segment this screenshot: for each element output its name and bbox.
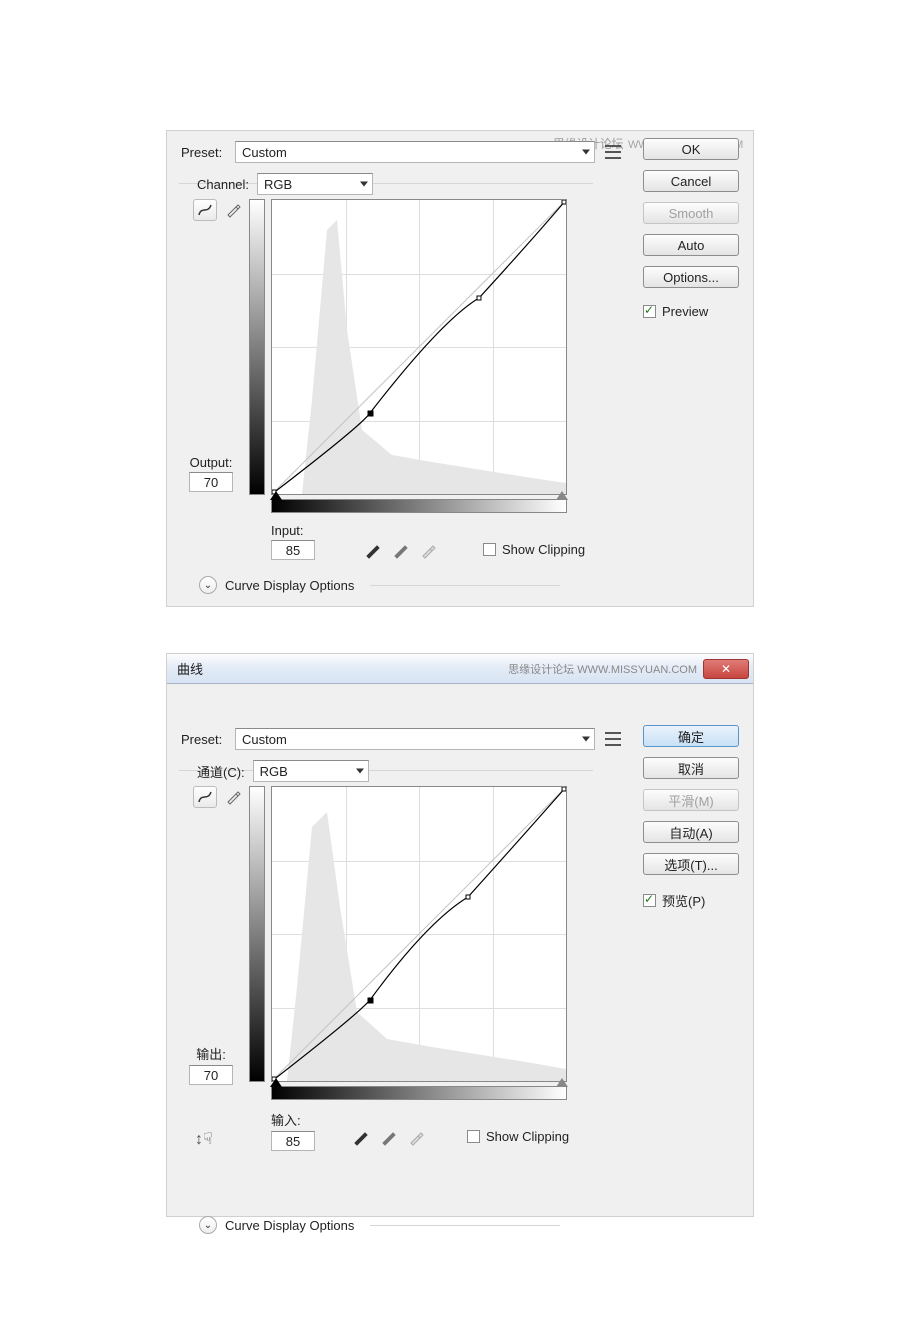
curve-display-options-label: Curve Display Options (225, 1218, 354, 1233)
titlebar: 曲线 思缘设计论坛 WWW.MISSYUAN.COM ✕ (167, 654, 753, 684)
channel-label: 通道(C): (197, 762, 245, 781)
channel-value: RGB (260, 764, 288, 779)
white-point-slider[interactable] (556, 491, 568, 500)
white-eyedropper-icon[interactable] (405, 1128, 427, 1148)
close-button[interactable]: ✕ (703, 659, 749, 679)
chevron-down-icon (356, 769, 364, 774)
curves-dialog-chinese: 曲线 思缘设计论坛 WWW.MISSYUAN.COM ✕ Preset: Cus… (166, 653, 754, 1217)
smooth-button[interactable]: 平滑(M) (643, 789, 739, 811)
divider (370, 585, 560, 586)
gray-eyedropper-icon[interactable] (377, 1128, 399, 1148)
channel-label: Channel: (197, 177, 249, 192)
preset-select[interactable]: Custom (235, 728, 595, 750)
black-point-slider[interactable] (270, 1078, 282, 1087)
curve-graph[interactable] (249, 199, 579, 513)
show-clipping-checkbox[interactable] (467, 1130, 480, 1143)
chevron-down-icon (582, 150, 590, 155)
options-button[interactable]: 选项(T)... (643, 853, 739, 875)
curve-canvas[interactable] (271, 786, 567, 1082)
output-label: 输出: (189, 1044, 233, 1063)
targeted-adjustment-icon[interactable]: ↕☟ (195, 1129, 213, 1149)
curve-canvas[interactable] (271, 199, 567, 495)
expand-button[interactable]: ⌄ (199, 1216, 217, 1234)
dialog-title: 曲线 (177, 659, 203, 678)
output-field[interactable]: 70 (189, 1065, 233, 1085)
curve-tool-icon[interactable] (193, 199, 217, 221)
white-point-slider[interactable] (556, 1078, 568, 1087)
expand-button[interactable]: ⌄ (199, 576, 217, 594)
preset-label: Preset: (181, 732, 235, 747)
black-eyedropper-icon[interactable] (361, 541, 383, 561)
input-field[interactable]: 85 (271, 1131, 315, 1151)
show-clipping-label: Show Clipping (502, 542, 585, 557)
preset-label: Preset: (181, 145, 235, 160)
pencil-tool-icon[interactable] (221, 786, 245, 808)
preview-label: 预览(P) (662, 891, 705, 910)
curve-display-options-label: Curve Display Options (225, 578, 354, 593)
input-gradient[interactable] (271, 499, 567, 513)
show-clipping-label: Show Clipping (486, 1129, 569, 1144)
channel-value: RGB (264, 177, 292, 192)
preset-select[interactable]: Custom (235, 141, 595, 163)
curve-graph[interactable] (249, 786, 579, 1100)
channel-select[interactable]: RGB (257, 173, 373, 195)
preset-menu-icon[interactable] (605, 732, 621, 746)
options-button[interactable]: Options... (643, 266, 739, 288)
auto-button[interactable]: Auto (643, 234, 739, 256)
input-field[interactable]: 85 (271, 540, 315, 560)
preset-value: Custom (242, 732, 287, 747)
watermark: 思缘设计论坛 WWW.MISSYUAN.COM (508, 661, 697, 677)
input-label: 输入: (271, 1110, 315, 1129)
curves-dialog-english: 思缘设计论坛 WWW.MISSYUAN.COM Preset: Custom C… (166, 130, 754, 607)
chevron-down-icon (360, 182, 368, 187)
output-field[interactable]: 70 (189, 472, 233, 492)
chevron-down-icon (582, 737, 590, 742)
ok-button[interactable]: 确定 (643, 725, 739, 747)
black-eyedropper-icon[interactable] (349, 1128, 371, 1148)
preview-label: Preview (662, 304, 708, 319)
output-gradient (249, 199, 265, 495)
preset-value: Custom (242, 145, 287, 160)
output-gradient (249, 786, 265, 1082)
preset-menu-icon[interactable] (605, 145, 621, 159)
black-point-slider[interactable] (270, 491, 282, 500)
pencil-tool-icon[interactable] (221, 199, 245, 221)
show-clipping-checkbox[interactable] (483, 543, 496, 556)
white-eyedropper-icon[interactable] (417, 541, 439, 561)
ok-button[interactable]: OK (643, 138, 739, 160)
cancel-button[interactable]: 取消 (643, 757, 739, 779)
divider (370, 1225, 560, 1226)
channel-select[interactable]: RGB (253, 760, 369, 782)
preview-checkbox[interactable] (643, 305, 656, 318)
cancel-button[interactable]: Cancel (643, 170, 739, 192)
auto-button[interactable]: 自动(A) (643, 821, 739, 843)
gray-eyedropper-icon[interactable] (389, 541, 411, 561)
output-label: Output: (189, 455, 233, 470)
curve-tool-icon[interactable] (193, 786, 217, 808)
preview-checkbox[interactable] (643, 894, 656, 907)
input-label: Input: (271, 523, 315, 538)
input-gradient[interactable] (271, 1086, 567, 1100)
smooth-button[interactable]: Smooth (643, 202, 739, 224)
